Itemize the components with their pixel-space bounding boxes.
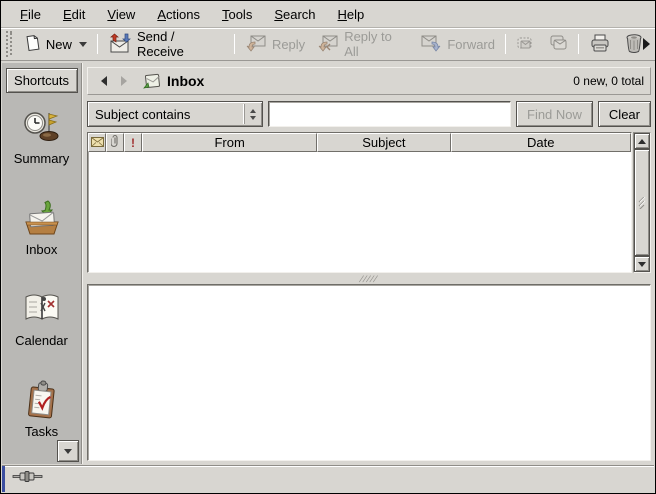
column-from[interactable]: From — [142, 133, 317, 152]
print-button[interactable] — [583, 30, 617, 59]
chevron-down-icon — [79, 42, 87, 47]
arrow-down-icon — [638, 262, 646, 267]
scrollbar-thumb[interactable] — [634, 149, 650, 256]
send-receive-icon — [108, 33, 132, 56]
toolbar-separator — [234, 34, 235, 54]
shortcut-bar: Shortcuts Summary — [2, 63, 82, 464]
send-receive-button[interactable]: Send / Receive — [102, 26, 230, 62]
message-preview-pane[interactable] — [87, 284, 651, 461]
new-item-icon — [23, 34, 41, 55]
trash-icon — [623, 33, 645, 56]
copy-to-folder-button[interactable] — [542, 31, 574, 58]
menu-edit[interactable]: Edit — [52, 3, 96, 26]
paperclip-icon — [111, 134, 119, 151]
forward-icon — [420, 33, 442, 56]
message-list-header: ! From Subject Date — [88, 133, 631, 152]
forward-nav-button[interactable] — [114, 71, 134, 91]
body: Shortcuts Summary — [2, 63, 654, 464]
clear-button[interactable]: Clear — [598, 101, 651, 127]
inbox-tray-icon — [21, 198, 63, 240]
toolbar-separator — [97, 34, 98, 54]
reply-all-icon — [317, 33, 339, 56]
search-criteria-dropdown[interactable]: Subject contains — [87, 101, 263, 127]
sidebar-item-label: Calendar — [15, 333, 68, 348]
search-criteria-value: Subject contains — [95, 107, 190, 122]
priority-icon: ! — [131, 136, 135, 150]
status-progress-edge — [2, 466, 5, 492]
folder-title: Inbox — [167, 73, 204, 89]
print-icon — [589, 33, 611, 56]
arrow-up-icon — [638, 139, 646, 144]
column-attachment[interactable] — [106, 133, 124, 152]
reply-button[interactable]: Reply — [239, 30, 311, 59]
shortcuts-group-button[interactable]: Shortcuts — [6, 68, 78, 93]
toolbar-drag-handle[interactable] — [6, 31, 13, 57]
menu-view[interactable]: View — [96, 3, 146, 26]
status-bar — [2, 465, 654, 492]
move-to-folder-icon — [516, 34, 536, 55]
folder-header: Inbox 0 new, 0 total — [87, 67, 651, 95]
toolbar-separator — [578, 34, 579, 54]
move-to-folder-button[interactable] — [510, 31, 542, 58]
back-arrow-icon — [101, 76, 107, 86]
reply-all-button[interactable]: Reply to All — [311, 26, 414, 62]
pane-splitter[interactable]: ///// — [87, 273, 651, 284]
column-subject[interactable]: Subject — [317, 133, 450, 152]
toolbar-separator — [505, 34, 506, 54]
search-bar: Subject contains Find Now Clear — [87, 101, 651, 127]
folder-icon — [142, 73, 161, 90]
sidebar-item-summary[interactable]: Summary — [2, 93, 81, 184]
column-date[interactable]: Date — [451, 133, 632, 152]
forward-arrow-icon — [121, 76, 127, 86]
sidebar-item-label: Inbox — [26, 242, 58, 257]
back-button[interactable] — [94, 71, 114, 91]
sidebar-item-inbox[interactable]: Inbox — [2, 184, 81, 275]
toolbar-overflow-arrow[interactable] — [643, 38, 650, 50]
message-list-frame: ! From Subject Date — [87, 132, 632, 273]
menu-actions[interactable]: Actions — [146, 3, 211, 26]
menu-search[interactable]: Search — [263, 3, 326, 26]
sidebar-item-label: Tasks — [25, 424, 58, 439]
evolution-window: File Edit View Actions Tools Search Help… — [0, 0, 656, 494]
splitter-grip-icon: ///// — [359, 274, 379, 284]
scroll-up-button[interactable] — [634, 133, 650, 149]
find-now-button[interactable]: Find Now — [516, 101, 593, 127]
sidebar-scroll-down-button[interactable] — [57, 440, 79, 462]
tasks-clipboard-icon — [21, 380, 63, 422]
message-list: ! From Subject Date — [87, 132, 651, 273]
online-status-icon[interactable] — [12, 470, 46, 488]
reply-icon — [245, 33, 267, 56]
menu-help[interactable]: Help — [327, 3, 376, 26]
toolbar: New Send / Receive Reply Reply to All — [1, 28, 655, 61]
sidebar-item-label: Summary — [14, 151, 70, 166]
sidebar-item-calendar[interactable]: Calendar — [2, 275, 81, 366]
search-query-input[interactable] — [268, 101, 511, 127]
menu-tools[interactable]: Tools — [211, 3, 263, 26]
scroll-down-button[interactable] — [634, 256, 650, 272]
folder-message-counts: 0 new, 0 total — [573, 74, 644, 88]
column-message-status[interactable] — [88, 133, 106, 152]
thumb-grip-icon — [637, 197, 647, 209]
chevron-down-icon — [64, 449, 72, 454]
copy-to-folder-icon — [548, 34, 568, 55]
forward-button[interactable]: Forward — [414, 30, 501, 59]
new-button[interactable]: New — [17, 31, 93, 58]
envelope-icon — [91, 135, 104, 150]
calendar-book-icon — [21, 289, 63, 331]
dropdown-spin-icon — [244, 104, 260, 124]
summary-clock-icon — [22, 107, 62, 149]
main-panel: Inbox 0 new, 0 total Subject contains Fi… — [82, 63, 654, 464]
menu-file[interactable]: File — [9, 3, 52, 26]
menubar: File Edit View Actions Tools Search Help — [1, 1, 655, 28]
message-list-body[interactable] — [88, 152, 631, 272]
column-priority[interactable]: ! — [124, 133, 142, 152]
message-list-scrollbar[interactable] — [633, 132, 651, 273]
